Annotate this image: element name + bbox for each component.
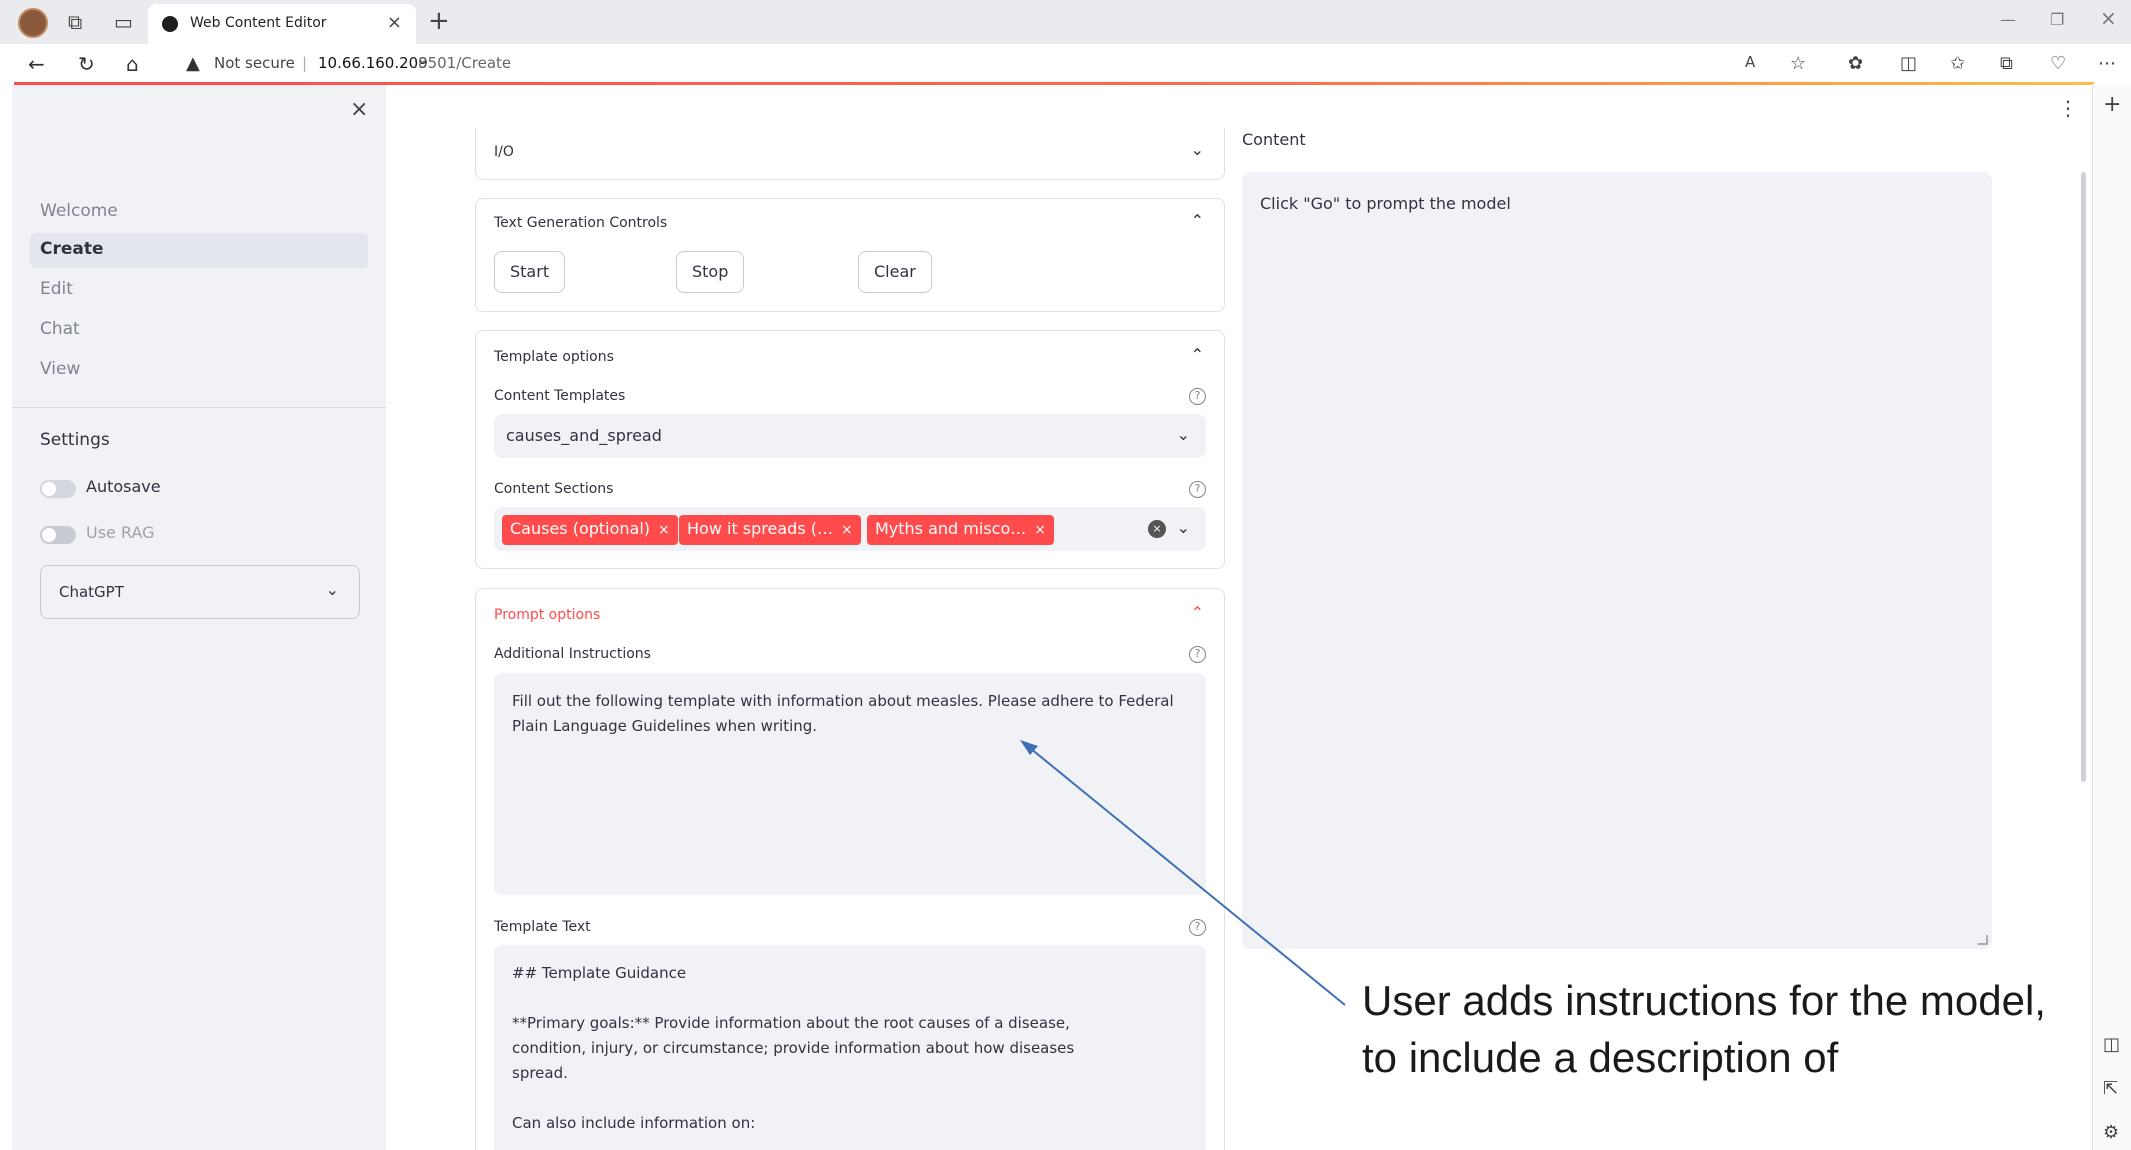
annotation-callout: User adds instructions for the model, to… bbox=[1362, 977, 2046, 1081]
arrow-line bbox=[1029, 747, 1346, 1006]
